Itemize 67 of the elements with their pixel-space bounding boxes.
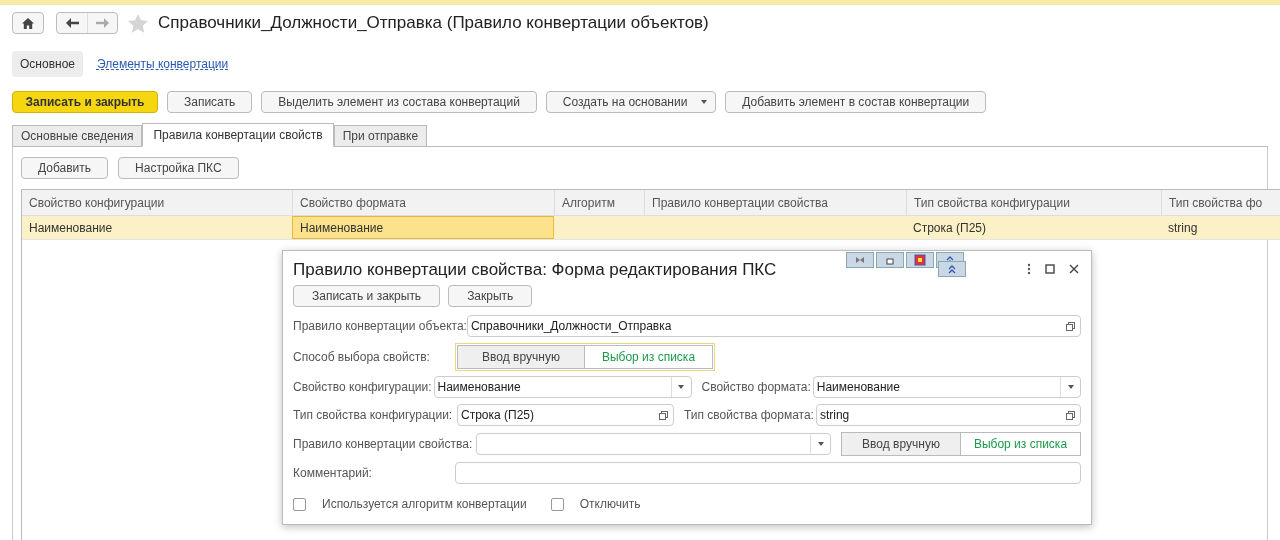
input-field[interactable]: Строка (П25) — [457, 404, 674, 426]
field-label: Тип свойства конфигурации: — [293, 407, 454, 424]
table-cell-text: Наименование — [28, 219, 114, 237]
toggle-button[interactable]: Ввод вручную — [841, 432, 961, 456]
toolbar-button[interactable]: Выделить элемент из состава конвертаций — [261, 91, 537, 113]
input-field[interactable]: Наименование — [812, 376, 1081, 398]
column-header[interactable]: Тип свойства фо — [1161, 190, 1280, 215]
section-link[interactable]: Элементы конвертации — [89, 55, 237, 73]
input-field[interactable] — [476, 433, 831, 455]
column-header[interactable]: Свойство конфигурации — [22, 190, 292, 215]
caret-icon — [701, 100, 708, 104]
column-header[interactable]: Свойство формата — [292, 190, 554, 215]
table-row[interactable]: Наименование Наименование Строка (П25) string — [22, 216, 1280, 240]
section-tab[interactable]: Основное — [12, 51, 83, 77]
table-cell-text: string — [1167, 219, 1199, 237]
field-label: Свойство формата: — [701, 379, 811, 396]
home-button[interactable] — [12, 12, 44, 34]
square-icon[interactable] — [876, 252, 904, 268]
column-header[interactable]: Правило конвертации свойства — [644, 190, 906, 215]
dialog-button[interactable]: Закрыть — [448, 285, 533, 307]
table-cell: Наименование — [292, 216, 554, 239]
input-field[interactable] — [455, 462, 1081, 484]
tab[interactable]: Правила конвертации свойств — [142, 123, 334, 147]
back-arrow-icon — [65, 18, 79, 28]
toggle-button[interactable]: Выбор из списка — [585, 345, 713, 369]
field-label: Способ выбора свойств: — [293, 349, 431, 366]
maximize-icon[interactable] — [1045, 264, 1055, 274]
more-icon[interactable] — [1027, 263, 1031, 275]
chevron-up-icon[interactable] — [938, 261, 966, 277]
input-field[interactable]: Наименование — [433, 376, 692, 398]
field-label: Тип свойства формата: — [684, 407, 814, 424]
home-icon — [22, 17, 34, 29]
open-form-icon[interactable] — [658, 410, 668, 420]
tab[interactable]: Основные сведения — [12, 125, 143, 147]
close-icon[interactable] — [1069, 264, 1079, 274]
favorite-star-icon[interactable] — [128, 13, 148, 33]
input-field[interactable]: string — [815, 404, 1081, 426]
toolbar-button[interactable]: Записать — [167, 91, 253, 113]
forward-arrow-icon — [96, 18, 109, 28]
field-label: Правило конвертации объекта: — [293, 318, 467, 335]
checkbox[interactable] — [550, 497, 564, 511]
window-title: Справочники_Должности_Отправка (Правило конвертации объектов) — [158, 12, 709, 35]
field-label: Отключить — [579, 496, 641, 513]
field-label: Правило конвертации свойства: — [293, 436, 473, 453]
toolbar-button[interactable]: Настройка ПКС — [118, 157, 239, 179]
dialog-button[interactable]: Записать и закрыть — [293, 285, 441, 307]
checkbox[interactable] — [293, 497, 306, 511]
open-form-icon[interactable] — [1065, 321, 1075, 331]
column-header[interactable]: Алгоритм — [554, 190, 644, 215]
toolbar-button[interactable]: Добавить элемент в состав конвертации — [725, 91, 987, 113]
input-field[interactable]: Справочники_Должности_Отправка — [466, 315, 1081, 337]
dropdown-icon[interactable] — [817, 442, 824, 446]
toggle-button[interactable]: Ввод вручную — [457, 345, 585, 369]
dialog-title: Правило конвертации свойства: Форма редактирования ПКС — [293, 259, 777, 282]
tab[interactable]: При отправке — [333, 125, 428, 147]
table-cell-text: Строка (П25) — [912, 219, 987, 237]
column-header[interactable]: Тип свойства конфигурации — [906, 190, 1161, 215]
dropdown-icon[interactable] — [678, 385, 684, 389]
field-label: Свойство конфигурации: — [293, 379, 432, 396]
dropdown-icon[interactable] — [1067, 385, 1074, 389]
field-label: Комментарий: — [293, 465, 373, 482]
save-and-close-button[interactable]: Записать и закрыть — [12, 91, 158, 113]
toolbar-button[interactable]: Добавить — [21, 157, 109, 179]
open-form-icon[interactable] — [1065, 410, 1075, 420]
dropdown-button[interactable]: Создать на основании — [545, 91, 717, 113]
toggle-button[interactable]: Выбор из списка — [961, 432, 1081, 456]
field-label: Используется алгоритм конвертации — [322, 496, 527, 513]
